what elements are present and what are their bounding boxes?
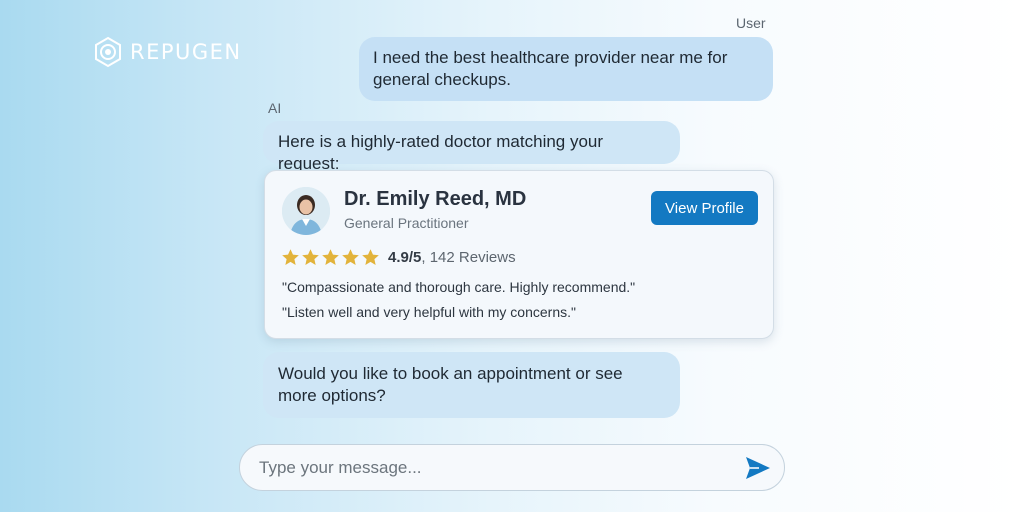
message-input[interactable] [259, 454, 729, 482]
send-button[interactable] [745, 455, 773, 481]
star-icon [302, 249, 319, 265]
rating-row: 4.9/5 , 142 Reviews [281, 248, 516, 267]
doctor-card: Dr. Emily Reed, MD General Practitioner … [264, 170, 774, 339]
user-message-bubble: I need the best healthcare provider near… [359, 37, 773, 101]
star-icon [342, 249, 359, 265]
brand-name: REPUGEN [130, 40, 242, 64]
doctor-avatar [282, 187, 330, 235]
repugen-logo-icon [95, 36, 121, 68]
star-rating [281, 248, 380, 267]
review-quote: "Compassionate and thorough care. Highly… [282, 279, 636, 295]
ai-message-bubble: Here is a highly-rated doctor matching y… [263, 121, 680, 173]
review-count: , 142 Reviews [421, 249, 516, 266]
ai-followup-bubble: Would you like to book an appointment or… [263, 352, 680, 418]
star-icon [282, 249, 299, 265]
send-icon [746, 457, 770, 479]
brand-logo: REPUGEN [92, 36, 242, 68]
user-role-label: User [736, 15, 766, 31]
ai-role-label: AI [268, 100, 282, 116]
rating-score: 4.9/5 [388, 249, 422, 266]
star-icon [362, 249, 379, 265]
view-profile-button[interactable]: View Profile [651, 191, 758, 225]
review-quote: "Listen well and very helpful with my co… [282, 304, 576, 320]
doctor-name: Dr. Emily Reed, MD [344, 188, 527, 210]
message-composer [239, 444, 785, 491]
doctor-specialty: General Practitioner [344, 215, 469, 231]
star-icon [322, 249, 339, 265]
